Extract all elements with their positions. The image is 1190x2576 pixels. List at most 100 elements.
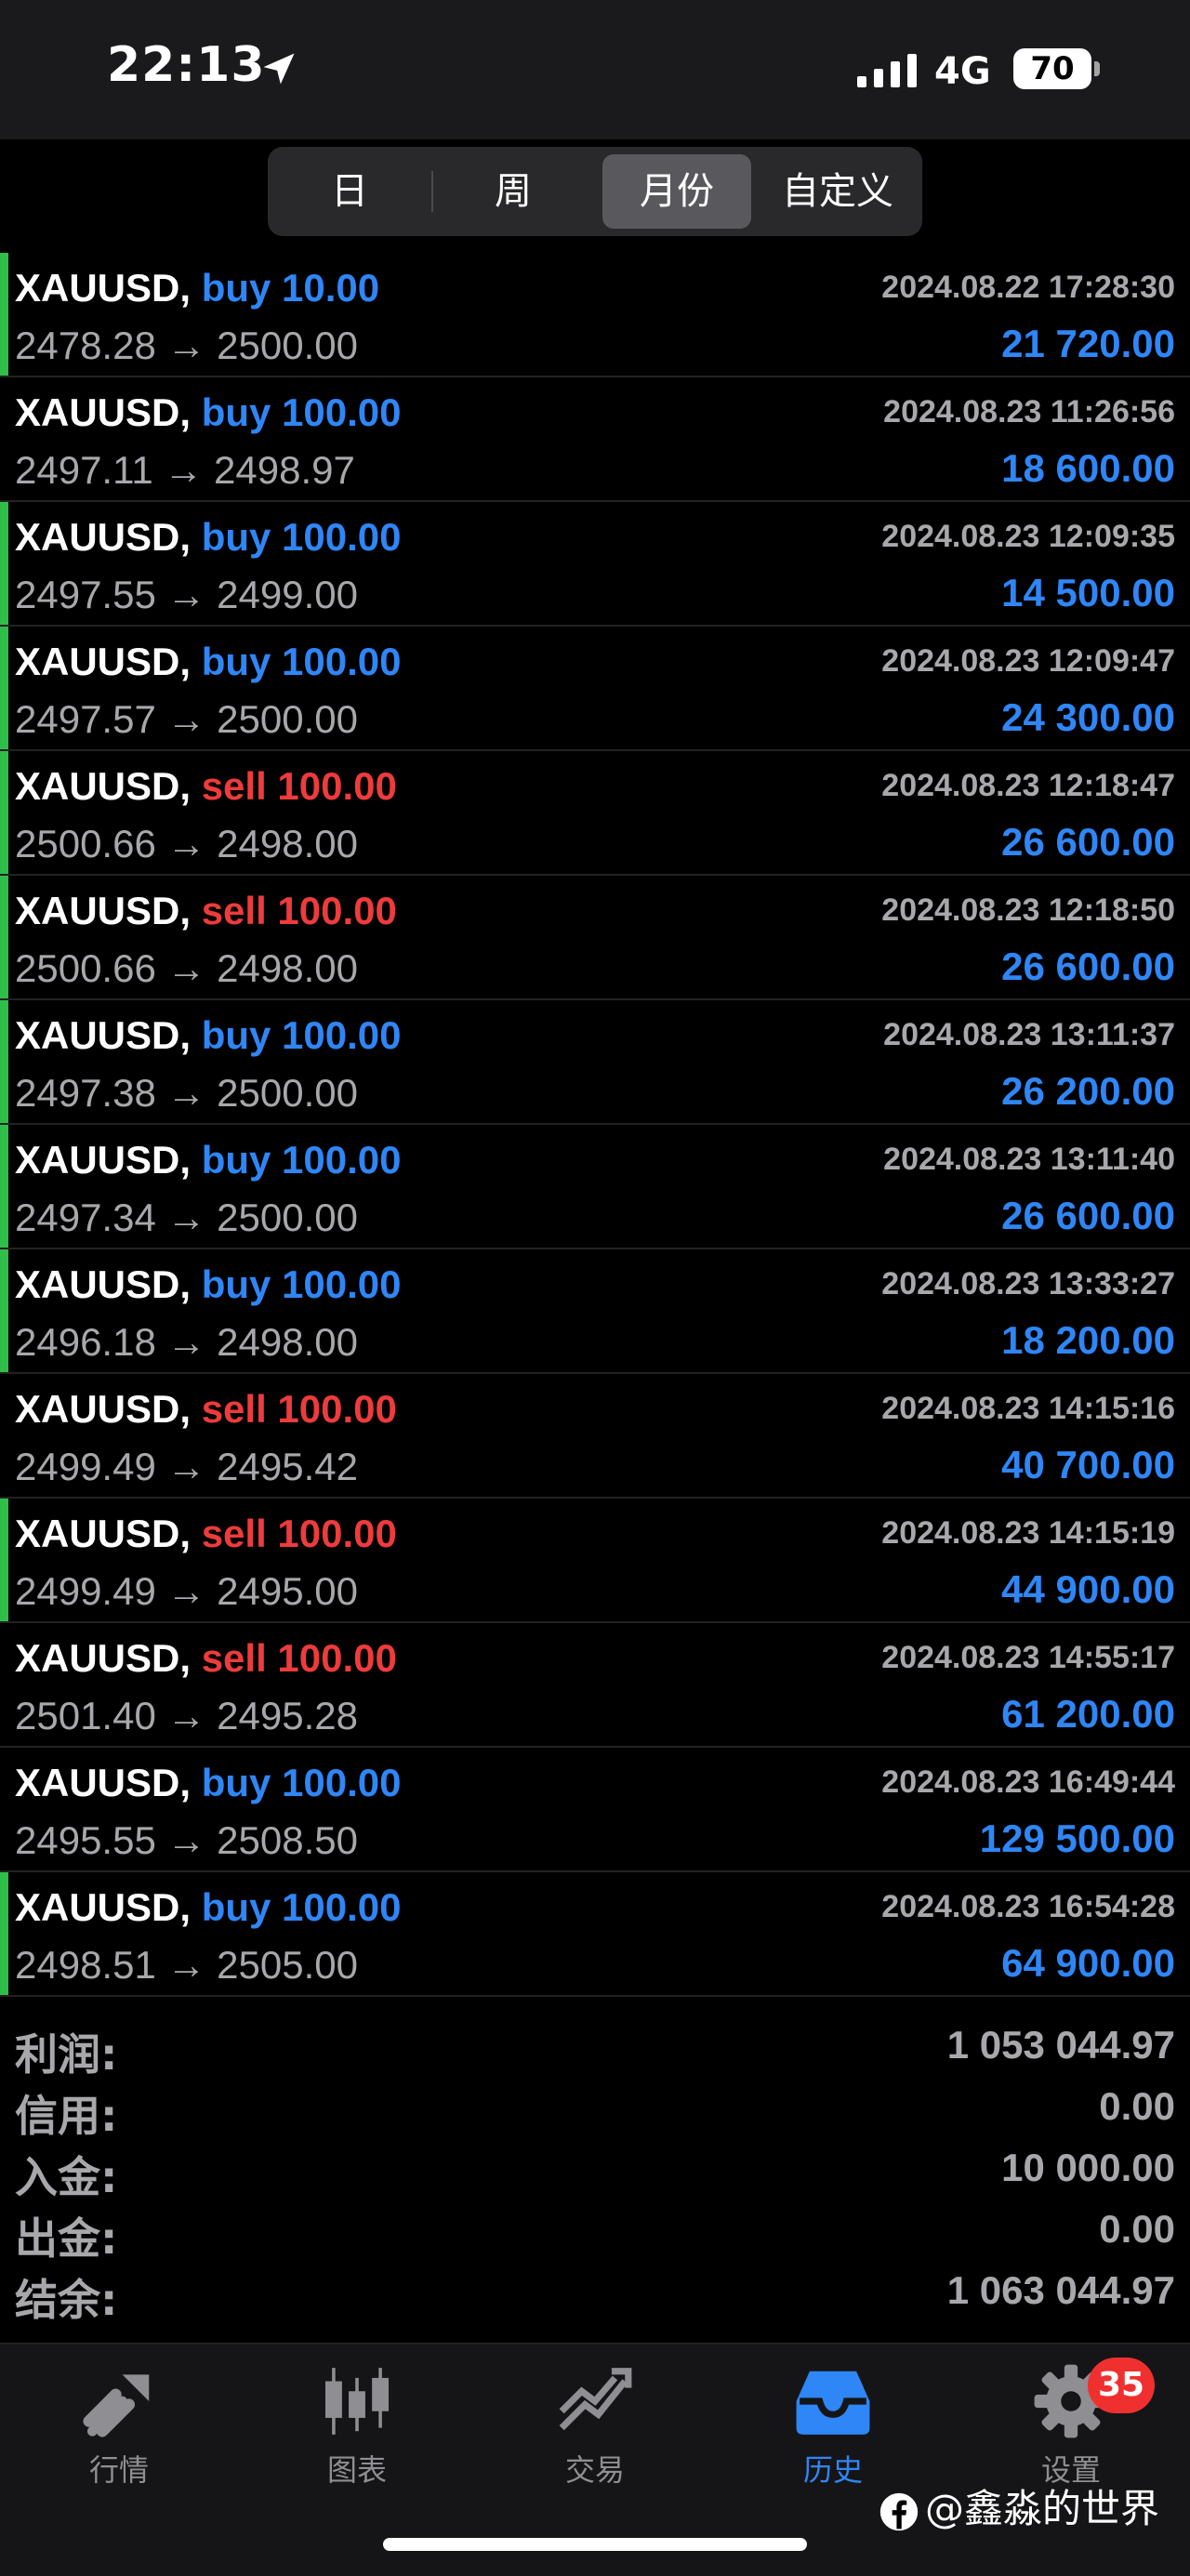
trade-icon xyxy=(559,2368,632,2431)
trade-symbol-text: XAUUSD, xyxy=(15,1013,192,1057)
trade-symbol: XAUUSD, buy 100.00 xyxy=(15,1013,402,1058)
tab-history[interactable]: 历史 xyxy=(714,2361,952,2491)
trade-prices: 2498.51 → 2505.00 xyxy=(15,1943,358,1987)
trade-history-list: XAUUSD, buy 10.00 2478.28 → 2500.00 2024.0… xyxy=(0,253,1190,1997)
trade-prices: 2497.57 → 2500.00 xyxy=(15,697,358,741)
trade-symbol: XAUUSD, buy 100.00 xyxy=(15,640,402,684)
trade-side-volume: buy 100.00 xyxy=(201,1138,402,1182)
tab-custom[interactable]: 自定义 xyxy=(760,154,915,229)
trade-row[interactable]: XAUUSD, buy 10.00 2478.28 → 2500.00 2024.0… xyxy=(0,253,1190,377)
trade-symbol: XAUUSD, buy 100.00 xyxy=(15,390,402,435)
trade-side-volume: sell 100.00 xyxy=(201,764,397,808)
trade-symbol-text: XAUUSD, xyxy=(15,640,192,683)
trade-time: 2024.08.23 11:26:56 xyxy=(883,394,1175,429)
battery-icon: 70 xyxy=(1013,48,1091,89)
trade-prices: 2495.55 → 2508.50 xyxy=(15,1818,358,1862)
tab-trade-label: 交易 xyxy=(564,2452,625,2488)
trade-profit: 26 200.00 xyxy=(1001,1069,1175,1113)
summary-row: 利润: 1 053 044.97 xyxy=(0,2014,1190,2080)
trade-symbol-text: XAUUSD, xyxy=(15,1636,192,1680)
trade-symbol-text: XAUUSD, xyxy=(15,1387,192,1431)
tab-week[interactable]: 周 xyxy=(439,154,588,229)
trade-symbol-text: XAUUSD, xyxy=(15,266,192,310)
period-selector: 日 周 月份 自定义 xyxy=(268,147,922,236)
trade-profit: 26 600.00 xyxy=(1001,945,1175,988)
trade-symbol: XAUUSD, buy 10.00 xyxy=(15,266,379,310)
tab-day[interactable]: 日 xyxy=(275,154,424,229)
tab-month[interactable]: 月份 xyxy=(602,154,751,229)
tab-quotes[interactable]: 行情 xyxy=(0,2361,238,2491)
trade-symbol: XAUUSD, buy 100.00 xyxy=(15,515,402,560)
summary-value: 0.00 xyxy=(1099,2207,1175,2251)
summary-label: 利润: xyxy=(15,2029,118,2080)
network-type: 4G xyxy=(934,50,991,93)
summary-label: 出金: xyxy=(15,2213,118,2264)
trade-time: 2024.08.23 14:15:16 xyxy=(881,1391,1175,1426)
trade-side-volume: buy 10.00 xyxy=(201,266,380,310)
home-indicator[interactable] xyxy=(383,2538,807,2551)
trade-side-volume: buy 100.00 xyxy=(201,515,402,559)
tab-charts[interactable]: 图表 xyxy=(238,2361,476,2491)
trade-profit: 14 500.00 xyxy=(1001,571,1175,614)
trade-profit: 24 300.00 xyxy=(1001,695,1175,739)
trade-profit: 26 600.00 xyxy=(1001,1194,1175,1237)
summary-row: 入金: 10 000.00 xyxy=(0,2136,1190,2202)
trade-symbol: XAUUSD, buy 100.00 xyxy=(15,1262,402,1307)
trade-symbol-text: XAUUSD, xyxy=(15,1262,192,1306)
trade-row[interactable]: XAUUSD, sell 100.00 2500.66 → 2498.00 2024… xyxy=(0,876,1190,1000)
trade-symbol-text: XAUUSD, xyxy=(15,1512,192,1555)
trade-profit: 129 500.00 xyxy=(979,1816,1175,1860)
summary-row: 出金: 0.00 xyxy=(0,2198,1190,2264)
tab-charts-label: 图表 xyxy=(326,2452,387,2488)
trade-row[interactable]: XAUUSD, sell 100.00 2499.49 → 2495.00 2024… xyxy=(0,1499,1190,1623)
trade-prices: 2500.66 → 2498.00 xyxy=(15,946,358,990)
tab-trade[interactable]: 交易 xyxy=(476,2361,714,2491)
summary-row: 结余: 1 063 044.97 xyxy=(0,2259,1190,2325)
trade-row[interactable]: XAUUSD, buy 100.00 2498.51 → 2505.00 2024.… xyxy=(0,1872,1190,1997)
summary-label: 结余: xyxy=(15,2275,118,2325)
trade-row[interactable]: XAUUSD, sell 100.00 2500.66 → 2498.00 2024… xyxy=(0,751,1190,876)
trade-time: 2024.08.22 17:28:30 xyxy=(881,270,1175,305)
trade-row[interactable]: XAUUSD, buy 100.00 2495.55 → 2508.50 2024.… xyxy=(0,1748,1190,1872)
trade-profit: 18 200.00 xyxy=(1001,1318,1175,1362)
trade-symbol: XAUUSD, sell 100.00 xyxy=(15,1636,397,1681)
trade-row[interactable]: XAUUSD, sell 100.00 2499.49 → 2495.42 2024… xyxy=(0,1374,1190,1499)
trade-row[interactable]: XAUUSD, buy 100.00 2496.18 → 2498.00 2024.… xyxy=(0,1249,1190,1374)
trade-symbol: XAUUSD, buy 100.00 xyxy=(15,1761,402,1805)
trade-symbol: XAUUSD, sell 100.00 xyxy=(15,764,397,809)
watermark-text: @鑫淼的世界 xyxy=(925,2486,1160,2531)
settings-notification-badge: 35 xyxy=(1088,2358,1155,2413)
trade-side-volume: buy 100.00 xyxy=(201,390,402,434)
trade-symbol: XAUUSD, sell 100.00 xyxy=(15,1387,397,1432)
trade-profit: 40 700.00 xyxy=(1001,1443,1175,1486)
trade-side-volume: buy 100.00 xyxy=(201,1885,402,1929)
trade-prices: 2500.66 → 2498.00 xyxy=(15,822,358,865)
trade-row[interactable]: XAUUSD, buy 100.00 2497.55 → 2499.00 2024.… xyxy=(0,502,1190,627)
trade-prices: 2496.18 → 2498.00 xyxy=(15,1320,358,1364)
trade-row[interactable]: XAUUSD, buy 100.00 2497.34 → 2500.00 2024.… xyxy=(0,1125,1190,1249)
watermark: @鑫淼的世界 xyxy=(879,2477,1159,2533)
tab-quotes-label: 行情 xyxy=(88,2452,149,2488)
trade-row[interactable]: XAUUSD, sell 100.00 2501.40 → 2495.28 2024… xyxy=(0,1623,1190,1748)
trade-row[interactable]: XAUUSD, buy 100.00 2497.38 → 2500.00 2024.… xyxy=(0,1000,1190,1125)
trade-time: 2024.08.23 12:18:47 xyxy=(881,768,1175,803)
trade-symbol-text: XAUUSD, xyxy=(15,390,192,434)
account-summary: 利润: 1 053 044.97 信用: 0.00 入金: 10 000.00 出金: 0.0… xyxy=(0,2014,1190,2325)
segment-divider xyxy=(431,171,433,212)
summary-label: 入金: xyxy=(15,2152,118,2202)
trade-row[interactable]: XAUUSD, buy 100.00 2497.57 → 2500.00 2024.… xyxy=(0,627,1190,751)
summary-value: 1 063 044.97 xyxy=(946,2268,1175,2312)
trade-profit: 64 900.00 xyxy=(1001,1941,1175,1985)
signal-icon xyxy=(857,54,917,87)
trade-time: 2024.08.23 13:11:40 xyxy=(883,1142,1175,1177)
quotes-icon xyxy=(83,2374,150,2437)
trade-time: 2024.08.23 12:09:35 xyxy=(881,519,1175,554)
trade-prices: 2497.11 → 2498.97 xyxy=(15,448,355,492)
summary-row: 信用: 0.00 xyxy=(0,2075,1190,2141)
facebook-icon xyxy=(879,2492,919,2530)
trade-time: 2024.08.23 13:11:37 xyxy=(883,1017,1175,1052)
trade-symbol-text: XAUUSD, xyxy=(15,889,192,932)
trade-row[interactable]: XAUUSD, buy 100.00 2497.11 → 2498.97 2024.… xyxy=(0,377,1190,502)
trade-time: 2024.08.23 14:55:17 xyxy=(881,1640,1175,1675)
battery-tip xyxy=(1094,61,1100,76)
